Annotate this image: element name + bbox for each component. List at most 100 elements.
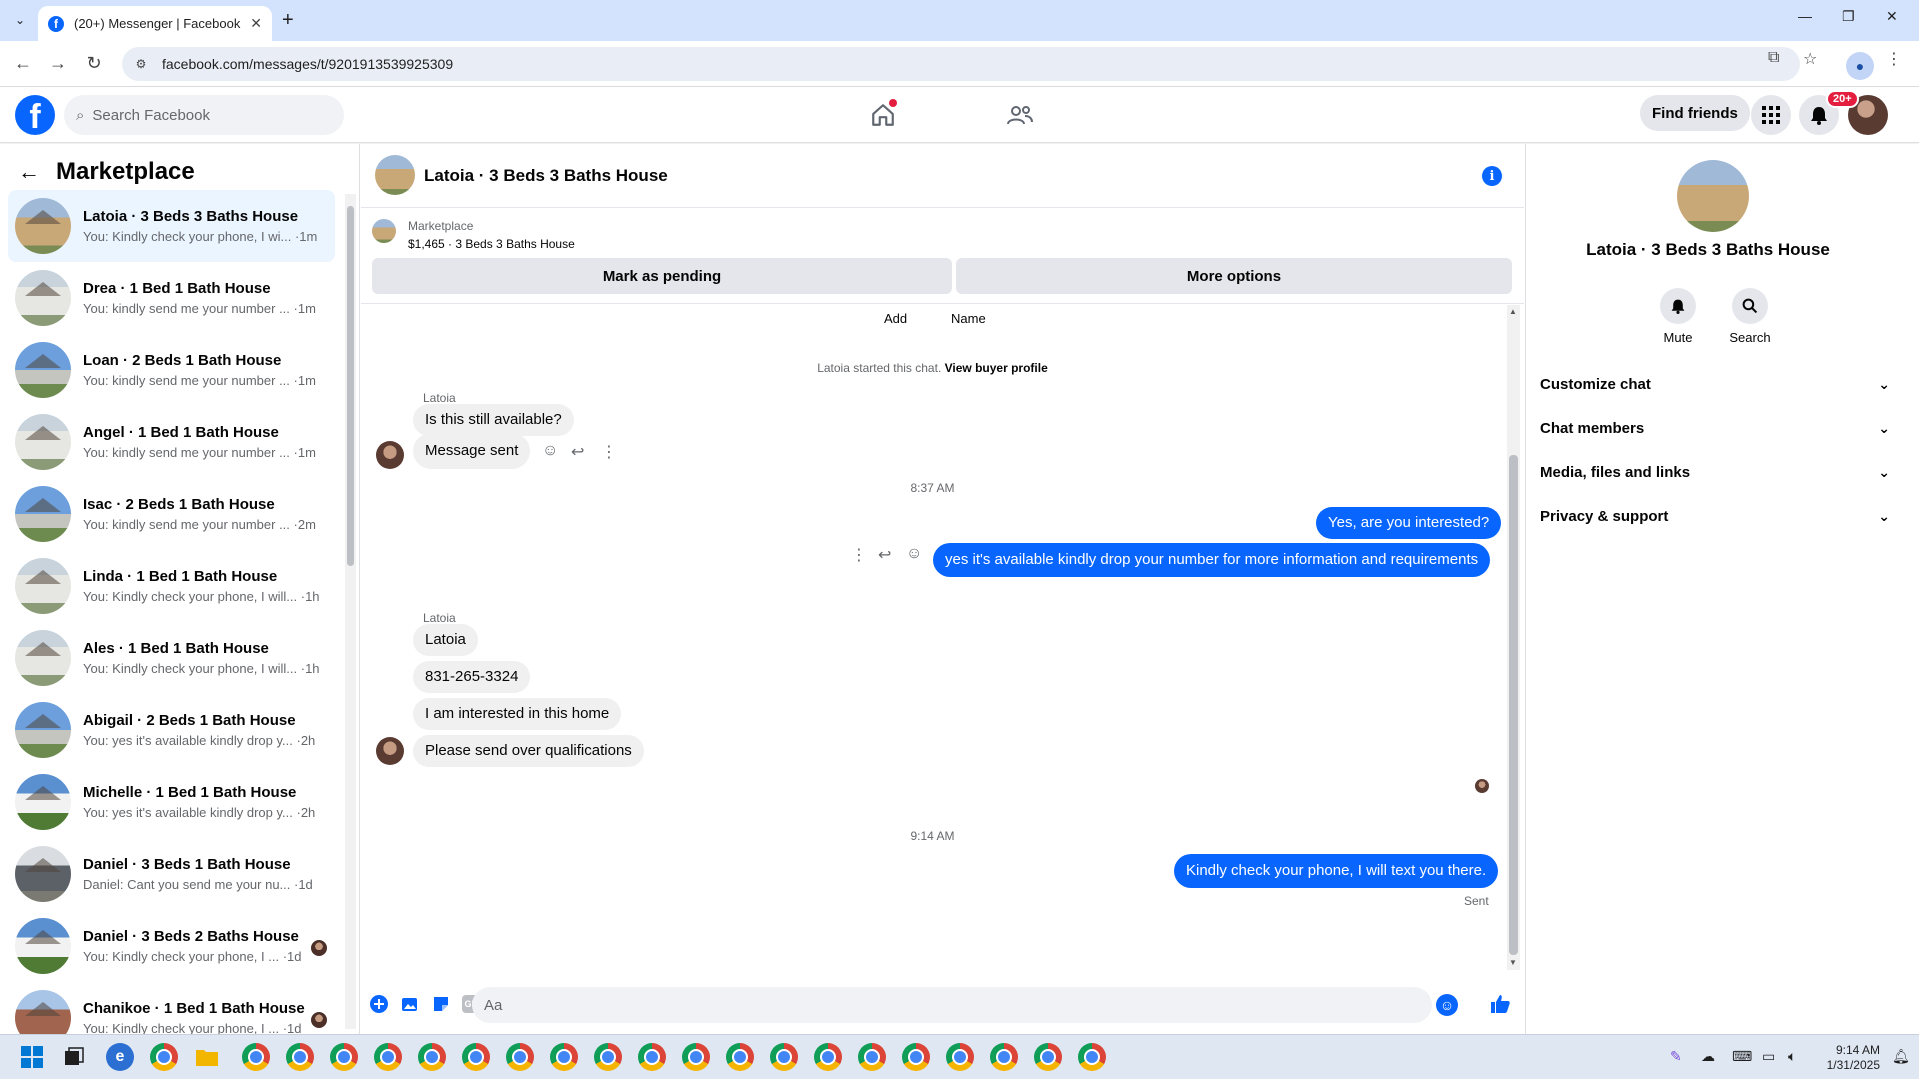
- system-clock[interactable]: 9:14 AM 1/31/2025: [1810, 1043, 1880, 1073]
- info-icon[interactable]: i: [1482, 166, 1502, 186]
- address-bar[interactable]: ⚙ facebook.com/messages/t/92019135399253…: [122, 47, 1800, 81]
- chrome-profile-icon[interactable]: [594, 1043, 622, 1071]
- install-app-icon[interactable]: ⧉: [1768, 49, 1779, 67]
- forward-arrow-icon[interactable]: →: [47, 53, 69, 74]
- notification-bell-icon[interactable]: 🔔︎: [1892, 1048, 1910, 1065]
- chrome-profile-icon[interactable]: [902, 1043, 930, 1071]
- name-label[interactable]: Name: [951, 311, 986, 326]
- emoji-icon[interactable]: ☺: [1436, 994, 1458, 1016]
- close-window-icon[interactable]: ✕: [1886, 8, 1898, 25]
- conversation-item[interactable]: Daniel · 3 Beds 1 Bath House Daniel: Cant…: [8, 838, 335, 910]
- network-icon[interactable]: ▭: [1762, 1048, 1775, 1065]
- listing-thumbnail[interactable]: [372, 219, 396, 243]
- message-input[interactable]: [484, 996, 1364, 1014]
- chat-title[interactable]: Latoia · 3 Beds 3 Baths House: [424, 166, 668, 186]
- sender-avatar[interactable]: [376, 441, 404, 469]
- chat-scroll-thumb[interactable]: [1509, 455, 1518, 955]
- conversation-item[interactable]: Linda · 1 Bed 1 Bath House You: Kindly ch…: [8, 550, 335, 622]
- chrome-profile-icon[interactable]: [374, 1043, 402, 1071]
- media-files-links-row[interactable]: Media, files and links ⌄: [1540, 454, 1890, 490]
- sender-avatar[interactable]: [376, 737, 404, 765]
- chrome-profile-icon[interactable]: [1078, 1043, 1106, 1071]
- keyboard-icon[interactable]: ⌨: [1732, 1048, 1752, 1065]
- chrome-profile-icon[interactable]: [858, 1043, 886, 1071]
- view-buyer-profile-link[interactable]: View buyer profile: [945, 361, 1048, 375]
- back-arrow-icon[interactable]: ←: [18, 159, 40, 185]
- conversation-item[interactable]: Latoia · 3 Beds 3 Baths House You: Kindly…: [8, 190, 335, 262]
- conversation-item[interactable]: Drea · 1 Bed 1 Bath House You: kindly sen…: [8, 262, 335, 334]
- bookmark-star-icon[interactable]: ☆: [1803, 49, 1817, 69]
- facebook-search-input[interactable]: [92, 106, 293, 124]
- reply-icon[interactable]: ↩: [878, 545, 891, 565]
- details-scrollbar[interactable]: [1905, 144, 1919, 1034]
- onedrive-icon[interactable]: ☁: [1701, 1048, 1715, 1065]
- conversation-item[interactable]: Abigail · 2 Beds 1 Bath House You: yes it…: [8, 694, 335, 766]
- tab-close-icon[interactable]: ✕: [250, 15, 262, 32]
- chrome-profile-icon[interactable]: [550, 1043, 578, 1071]
- conversation-item[interactable]: Michelle · 1 Bed 1 Bath House You: yes it…: [8, 766, 335, 838]
- conversation-item[interactable]: Ales · 1 Bed 1 Bath House You: Kindly che…: [8, 622, 335, 694]
- details-avatar[interactable]: [1677, 160, 1749, 232]
- search-in-chat-button[interactable]: Search: [1720, 288, 1780, 345]
- sticker-icon[interactable]: [431, 994, 451, 1014]
- conversation-item[interactable]: Isac · 2 Beds 1 Bath House You: kindly se…: [8, 478, 335, 550]
- customize-chat-row[interactable]: Customize chat ⌄: [1540, 366, 1890, 402]
- conversation-item[interactable]: Angel · 1 Bed 1 Bath House You: kindly se…: [8, 406, 335, 478]
- windows-start-icon[interactable]: [18, 1043, 46, 1071]
- sidebar-scroll-thumb[interactable]: [347, 206, 354, 566]
- thumbs-up-icon[interactable]: [1489, 993, 1511, 1021]
- menu-grid-button[interactable]: [1751, 95, 1791, 135]
- add-label[interactable]: Add: [884, 311, 907, 326]
- outgoing-message[interactable]: yes it's available kindly drop your numb…: [933, 543, 1491, 577]
- facebook-logo-icon[interactable]: f: [15, 95, 55, 135]
- chrome-icon[interactable]: [150, 1043, 178, 1071]
- conversation-item[interactable]: Chanikoe · 1 Bed 1 Bath House You: Kindly…: [8, 982, 335, 1034]
- new-tab-icon[interactable]: +: [282, 9, 294, 32]
- chrome-profile-icon[interactable]: [726, 1043, 754, 1071]
- incoming-message[interactable]: I am interested in this home: [413, 698, 622, 730]
- scroll-down-arrow-icon[interactable]: ▼: [1509, 958, 1517, 967]
- file-explorer-icon[interactable]: [193, 1043, 221, 1071]
- chrome-profile-icon[interactable]: [638, 1043, 666, 1071]
- chrome-menu-icon[interactable]: ⋮: [1886, 49, 1902, 69]
- chat-scrollbar[interactable]: ▲ ▼: [1507, 305, 1520, 970]
- edge-browser-icon[interactable]: e: [106, 1043, 134, 1071]
- facebook-search[interactable]: ⌕: [64, 95, 344, 135]
- listing-description[interactable]: $1,465 · 3 Beds 3 Baths House: [408, 237, 575, 251]
- chrome-profile-icon[interactable]: [770, 1043, 798, 1071]
- chrome-profile-icon[interactable]: [1034, 1043, 1062, 1071]
- react-smiley-icon[interactable]: ☺: [542, 442, 558, 460]
- more-actions-icon[interactable]: ⋮: [851, 545, 867, 565]
- conversation-item[interactable]: Loan · 2 Beds 1 Bath House You: kindly se…: [8, 334, 335, 406]
- photo-icon[interactable]: [400, 994, 420, 1014]
- incoming-message[interactable]: 831-265-3324: [413, 661, 531, 693]
- volume-icon[interactable]: 🔈︎: [1788, 1048, 1796, 1065]
- chrome-profile-icon[interactable]: [946, 1043, 974, 1071]
- plus-circle-icon[interactable]: [369, 994, 389, 1014]
- site-settings-icon[interactable]: ⚙: [132, 55, 150, 73]
- chrome-profile-icon[interactable]: [418, 1043, 446, 1071]
- message-input-wrapper[interactable]: [472, 987, 1432, 1023]
- react-smiley-icon[interactable]: ☺: [906, 545, 922, 563]
- chrome-profile-icon[interactable]: [506, 1043, 534, 1071]
- more-options-button[interactable]: More options: [956, 258, 1512, 294]
- scroll-up-arrow-icon[interactable]: ▲: [1509, 307, 1517, 316]
- minimize-icon[interactable]: —: [1798, 8, 1812, 24]
- chrome-profile-icon[interactable]: [990, 1043, 1018, 1071]
- task-view-icon[interactable]: [60, 1043, 88, 1071]
- reload-icon[interactable]: ↻: [83, 53, 105, 74]
- friends-nav-button[interactable]: [1000, 97, 1040, 133]
- chrome-profile-icon[interactable]: [330, 1043, 358, 1071]
- home-nav-button[interactable]: [863, 97, 903, 133]
- incoming-message[interactable]: Is this still available?: [413, 404, 574, 436]
- incoming-message[interactable]: Please send over qualifications: [413, 735, 644, 767]
- back-arrow-icon[interactable]: ←: [12, 53, 34, 74]
- outgoing-message[interactable]: Yes, are you interested?: [1316, 507, 1502, 539]
- browser-profile-icon[interactable]: ●: [1846, 52, 1874, 80]
- reply-icon[interactable]: ↩: [571, 442, 584, 462]
- incoming-message[interactable]: Message sent: [413, 433, 531, 469]
- incoming-message[interactable]: Latoia: [413, 624, 478, 656]
- browser-tab-active[interactable]: f (20+) Messenger | Facebook ✕: [38, 6, 272, 41]
- chrome-profile-icon[interactable]: [814, 1043, 842, 1071]
- conversation-item[interactable]: Daniel · 3 Beds 2 Baths House You: Kindly…: [8, 910, 335, 982]
